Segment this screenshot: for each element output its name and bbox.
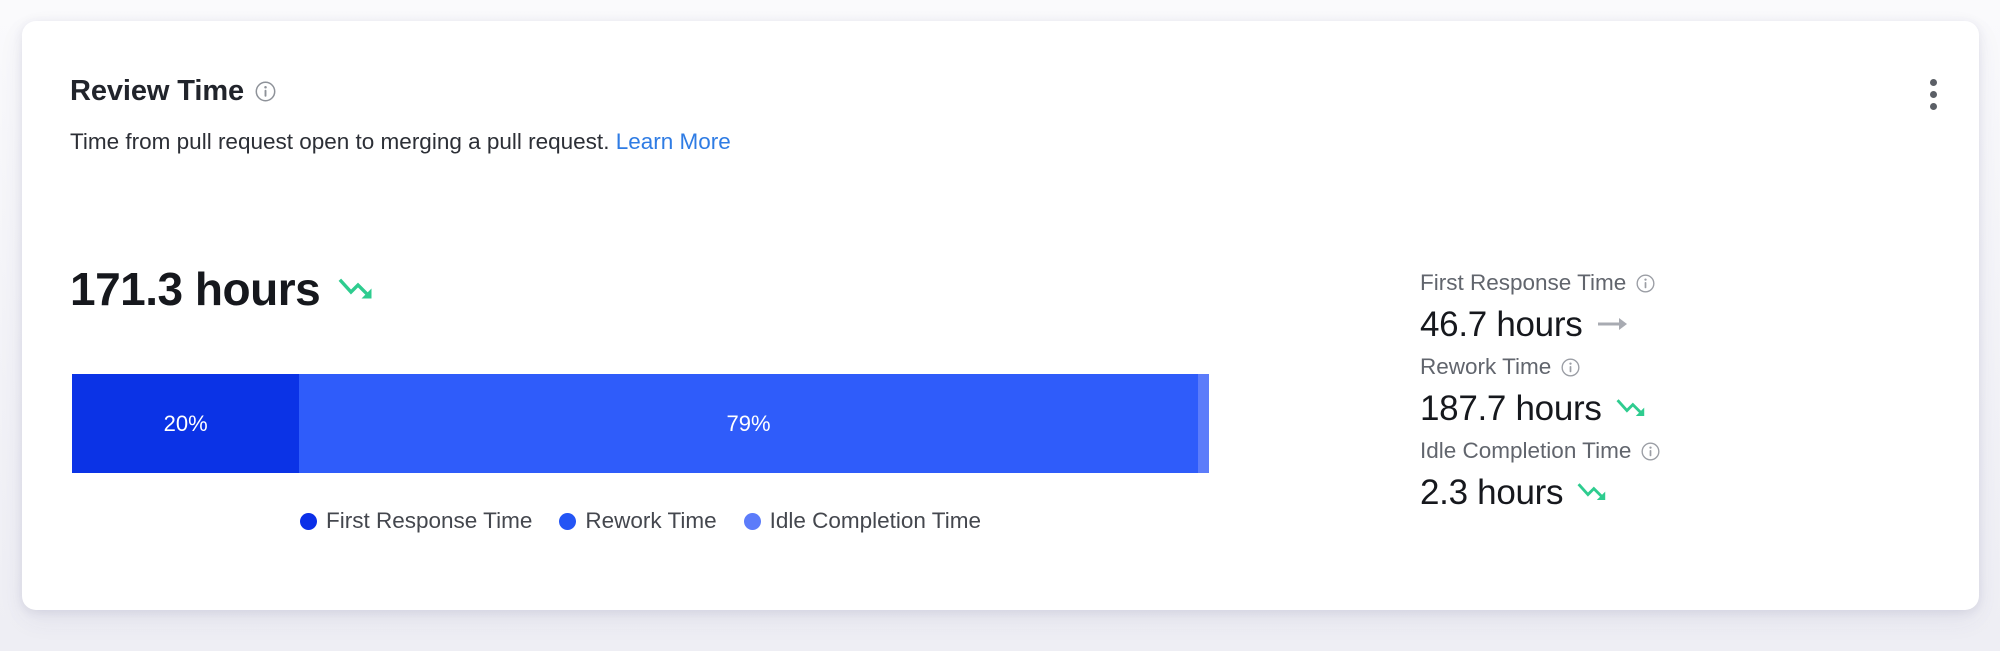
page-background: Review Time Time from pull request open …: [0, 0, 2000, 651]
bar-segment[interactable]: [1197, 374, 1209, 473]
legend-item[interactable]: First Response Time: [300, 508, 532, 534]
metric-label-row: Rework Time: [1420, 352, 1940, 382]
legend-dot-icon: [559, 512, 577, 530]
metric-value: 2.3 hours: [1420, 472, 1564, 512]
metric-item: Idle Completion Time 2.3 hours: [1420, 436, 1940, 516]
trend-down-icon: [338, 275, 376, 303]
metric-item: First Response Time 46.7 hours: [1420, 268, 1940, 348]
headline-value: 171.3 hours: [70, 263, 321, 315]
metric-value-row: 187.7 hours: [1420, 384, 1940, 432]
legend-item-label: First Response Time: [326, 508, 533, 533]
legend-item-label: Idle Completion Time: [769, 508, 981, 533]
stacked-bar-chart: 20% 79%: [72, 374, 1209, 473]
chart-legend: First Response Time Rework Time Idle Compl…: [72, 508, 1209, 534]
bar-segment[interactable]: 20%: [72, 374, 300, 473]
legend-item-label: Rework Time: [585, 508, 717, 533]
review-time-card: Review Time Time from pull request open …: [22, 21, 1979, 610]
metrics-panel: First Response Time 46.7 hours Rework Time…: [1420, 268, 1940, 520]
metric-label: Rework Time: [1420, 353, 1552, 379]
metric-value: 187.7 hours: [1420, 388, 1602, 428]
metric-value-row: 2.3 hours: [1420, 468, 1940, 516]
info-circle-icon[interactable]: [1635, 273, 1656, 294]
legend-item[interactable]: Rework Time: [559, 508, 717, 534]
bar-segment-label: 20%: [163, 410, 208, 436]
trend-down-icon: [1577, 480, 1609, 504]
legend-dot-icon: [743, 512, 761, 530]
trend-down-icon: [1616, 396, 1648, 420]
trend-flat-icon: [1596, 312, 1630, 336]
bar-segment-label: 79%: [726, 410, 771, 436]
headline-row: 171.3 hours: [70, 261, 1350, 317]
metric-value: 46.7 hours: [1420, 304, 1583, 344]
legend-item[interactable]: Idle Completion Time: [743, 508, 981, 534]
metric-label: First Response Time: [1420, 269, 1627, 295]
metric-label-row: Idle Completion Time: [1420, 436, 1940, 466]
bar-segment[interactable]: 79%: [299, 374, 1198, 473]
info-circle-icon[interactable]: [1560, 357, 1581, 378]
metric-label: Idle Completion Time: [1420, 437, 1632, 463]
headline-block: 171.3 hours: [70, 261, 1350, 317]
info-circle-icon[interactable]: [1640, 441, 1661, 462]
card-body: 171.3 hours 20% 79% First Response Time Re…: [22, 21, 1979, 610]
metric-item: Rework Time 187.7 hours: [1420, 352, 1940, 432]
metric-label-row: First Response Time: [1420, 268, 1940, 298]
legend-dot-icon: [300, 512, 318, 530]
metric-value-row: 46.7 hours: [1420, 300, 1940, 348]
